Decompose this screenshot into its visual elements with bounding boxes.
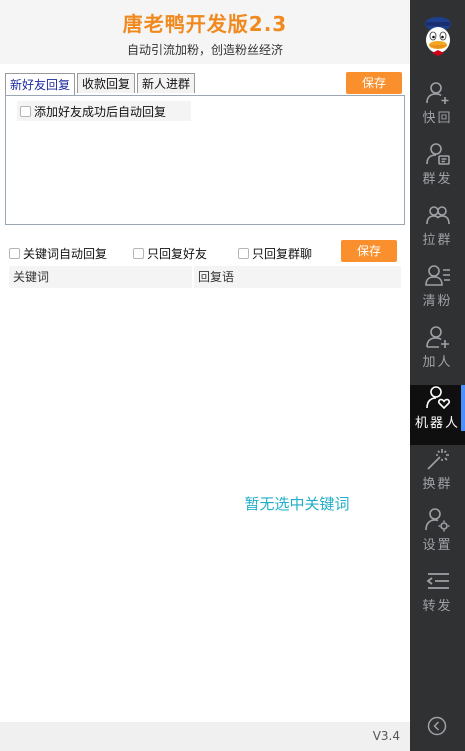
magic-wand-icon — [426, 449, 449, 470]
tab-new-friend-reply[interactable]: 新好友回复 — [5, 73, 76, 96]
nav-item-quick-reply[interactable]: 快回 — [410, 80, 465, 140]
nav-label-switch-group: 换群 — [422, 477, 453, 492]
tab-payment-reply[interactable]: 收款回复 — [77, 73, 136, 93]
friends-only-option[interactable]: 只回复好友 — [133, 245, 207, 262]
friends-only-checkbox[interactable] — [133, 248, 144, 259]
nav-item-robot[interactable]: 机器人 — [410, 385, 465, 445]
user-plus-icon — [425, 326, 449, 348]
collapse-icon[interactable] — [427, 716, 447, 736]
save-button-top[interactable]: 保存 — [346, 72, 402, 94]
nav-label-mass-send: 群发 — [422, 172, 453, 187]
save-button-keywords[interactable]: 保存 — [341, 240, 397, 262]
keyword-auto-reply-label: 关键词自动回复 — [23, 247, 108, 261]
forward-list-icon — [426, 573, 449, 589]
nav-item-clear-fans[interactable]: 清粉 — [410, 263, 465, 323]
active-indicator — [461, 385, 465, 431]
nav-label-quick-reply: 快回 — [422, 111, 453, 126]
nav-item-switch-group[interactable]: 换群 — [410, 446, 465, 506]
app-title: 唐老鸭开发版2.3 — [122, 12, 288, 36]
nav-label-settings: 设置 — [422, 538, 453, 553]
column-reply[interactable]: 回复语 — [194, 266, 401, 288]
new-friend-reply-panel: 添加好友成功后自动回复 — [5, 95, 405, 225]
nav-label-pull-group: 拉群 — [422, 233, 453, 248]
sidebar: 快回 群发 拉群 清粉 加人 机器人 换群 设置 转发 — [410, 0, 465, 751]
main-panel: 唐老鸭开发版2.3 自动引流加粉，创造粉丝经济 新好友回复 收款回复 新人进群 … — [0, 0, 410, 751]
footer: V3.4 — [0, 722, 410, 751]
nav-label-add-people: 加人 — [422, 355, 453, 370]
nav-item-mass-send[interactable]: 群发 — [410, 141, 465, 201]
user-list-icon — [424, 265, 450, 286]
tab-new-member-join[interactable]: 新人进群 — [137, 73, 196, 93]
friends-only-label: 只回复好友 — [147, 247, 208, 261]
auto-reply-checkbox[interactable] — [20, 105, 31, 117]
nav-label-forward: 转发 — [422, 599, 453, 614]
groups-only-option[interactable]: 只回复群聊 — [238, 245, 312, 262]
groups-only-label: 只回复群聊 — [252, 247, 313, 261]
nav-item-add-people[interactable]: 加人 — [410, 324, 465, 384]
empty-keyword-message: 暂无选中关键词 — [244, 495, 350, 513]
app-subtitle: 自动引流加粉，创造粉丝经济 — [126, 43, 283, 57]
users-group-icon — [425, 206, 450, 225]
nav-label-robot: 机器人 — [414, 416, 460, 431]
column-keyword[interactable]: 关键词 — [9, 266, 192, 288]
nav-item-forward[interactable]: 转发 — [410, 568, 465, 628]
auto-reply-label: 添加好友成功后自动回复 — [34, 104, 167, 119]
donald-duck-avatar — [425, 17, 451, 56]
keyword-auto-reply-checkbox[interactable] — [9, 248, 20, 259]
user-heart-icon — [425, 386, 450, 410]
groups-only-checkbox[interactable] — [238, 248, 249, 259]
reply-tabs: 新好友回复 收款回复 新人进群 — [5, 73, 197, 96]
auto-reply-option[interactable]: 添加好友成功后自动回复 — [17, 101, 191, 121]
header: 唐老鸭开发版2.3 自动引流加粉，创造粉丝经济 — [0, 0, 410, 64]
user-add-icon — [425, 82, 448, 104]
version-label: V3.4 — [372, 729, 400, 743]
keyword-table-header: 关键词 回复语 — [9, 266, 401, 288]
keyword-auto-reply-option[interactable]: 关键词自动回复 — [9, 245, 107, 262]
nav-item-settings[interactable]: 设置 — [410, 507, 465, 567]
user-message-icon — [425, 143, 450, 165]
nav-label-clear-fans: 清粉 — [422, 294, 453, 309]
nav-item-pull-group[interactable]: 拉群 — [410, 202, 465, 262]
user-settings-icon — [424, 508, 449, 532]
